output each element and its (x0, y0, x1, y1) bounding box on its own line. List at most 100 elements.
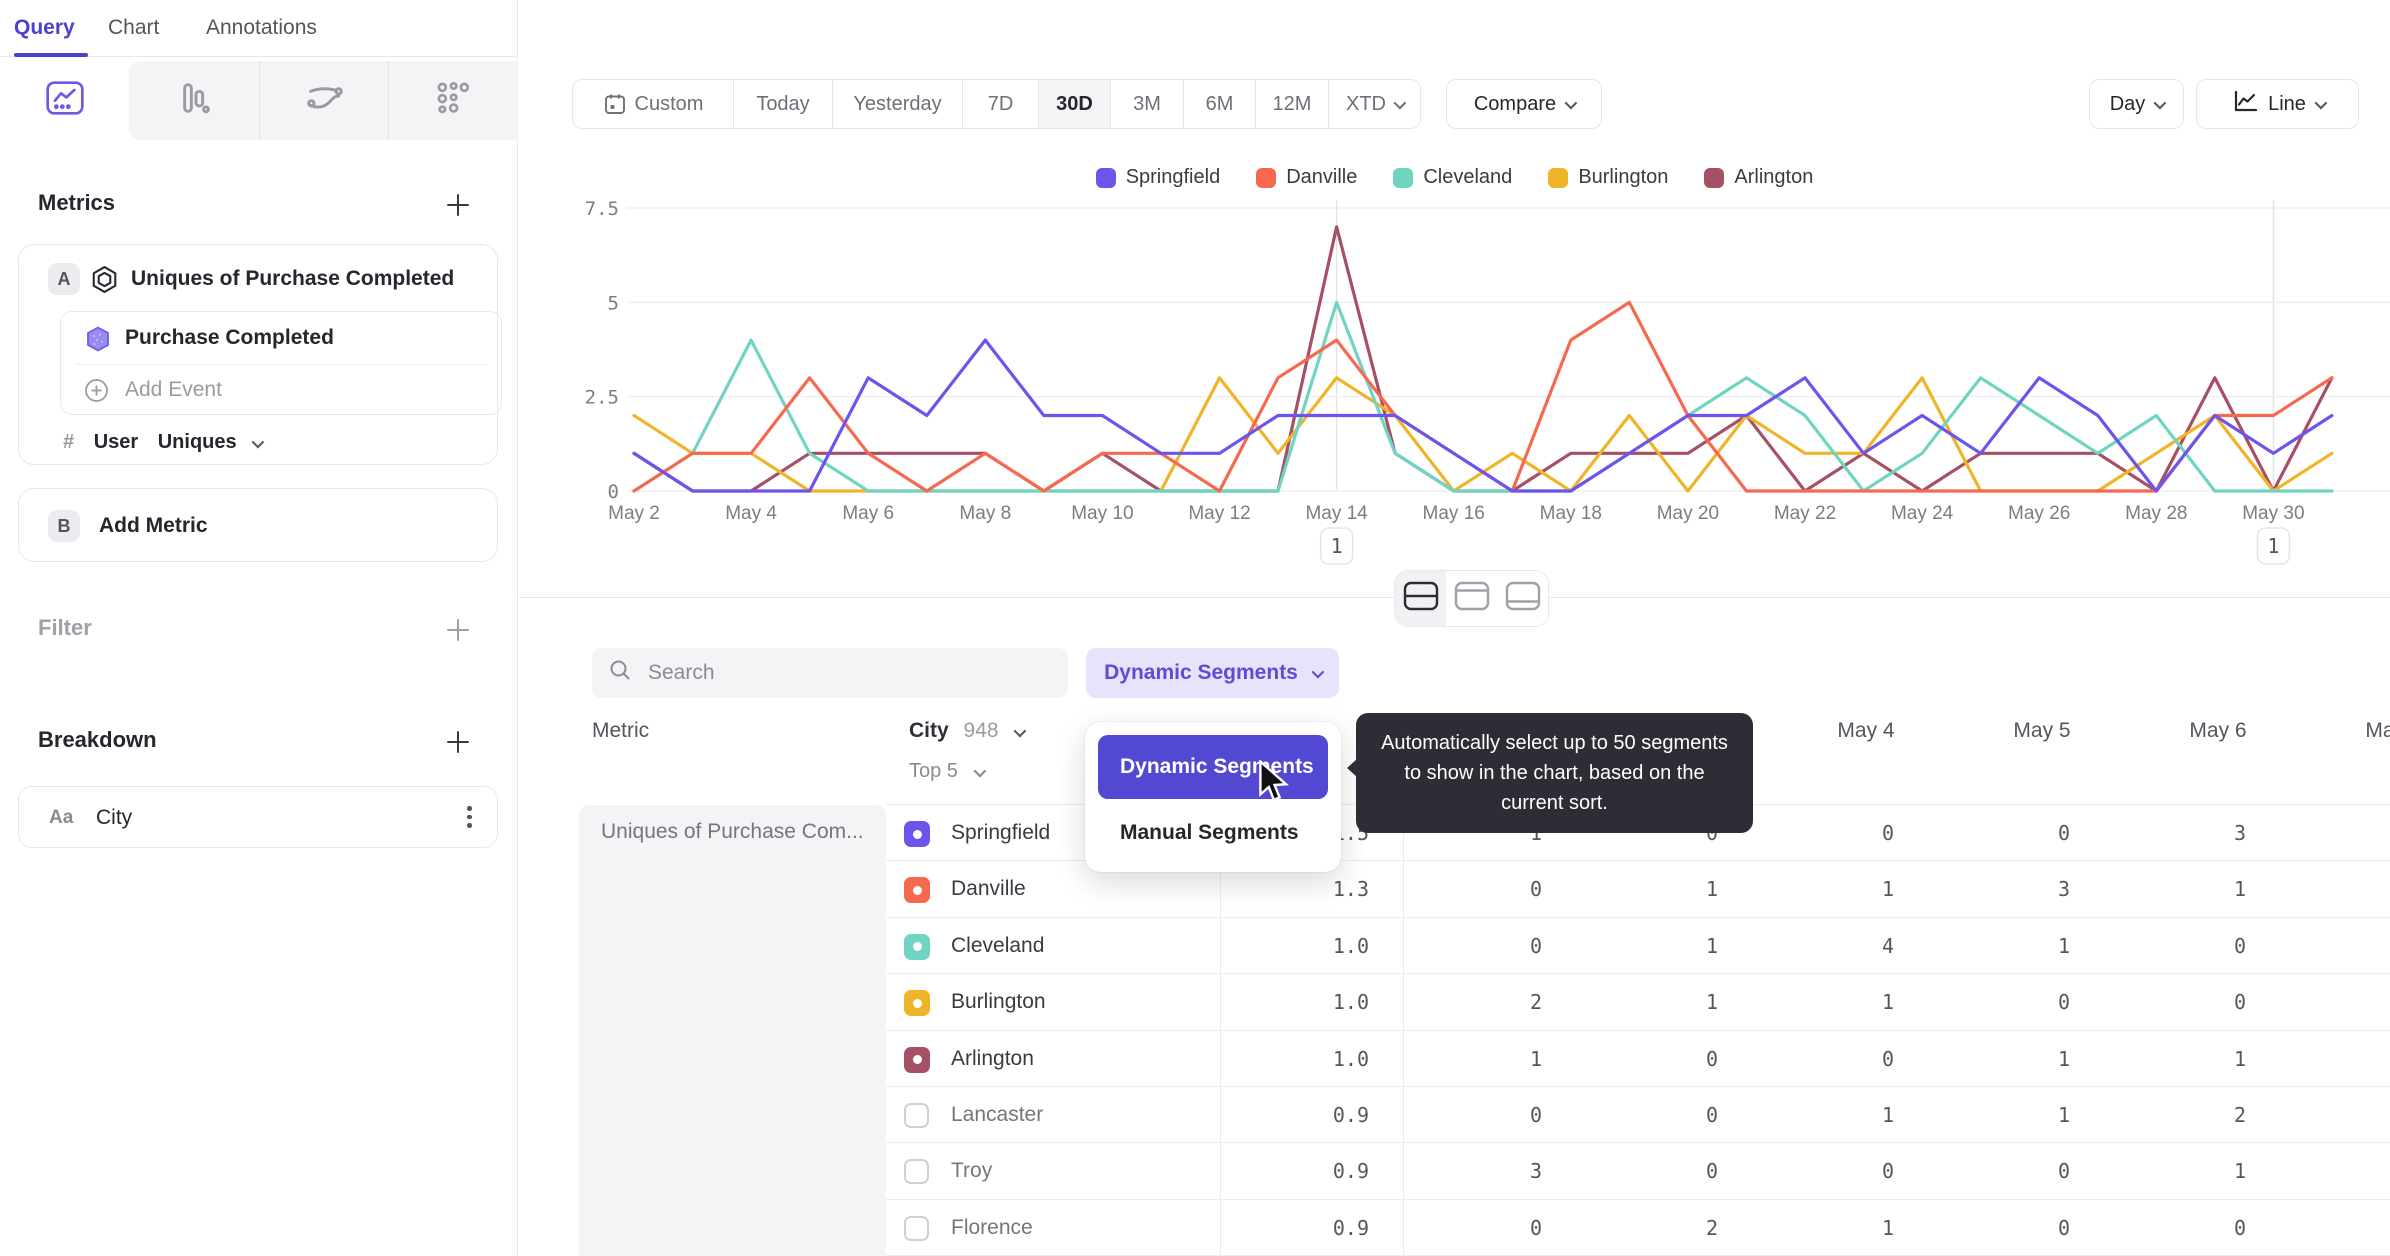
add-metric-button[interactable]: Add Metric (99, 489, 208, 563)
checkbox-checked[interactable] (904, 821, 930, 847)
cell-value: 3 (2233, 821, 2247, 845)
cell-value: 1 (1705, 877, 1719, 902)
checkbox-dot (912, 885, 922, 895)
table-row-burlington: Burlington 1.0 2 1 1 0 0 (519, 974, 2390, 1031)
cell-value: 1 (1529, 1046, 1543, 1071)
tab-annotations[interactable]: Annotations (206, 0, 317, 56)
cell-value: 0 (2057, 990, 2071, 1015)
breakdown-city-card[interactable]: Aa City (18, 786, 498, 848)
menu-item-dynamic-segments[interactable]: Dynamic Segments (1098, 735, 1328, 799)
checkbox-dot (912, 1055, 922, 1065)
segment-name: Arlington (951, 1046, 1034, 1070)
add-metric-plus-button[interactable] (445, 192, 471, 218)
checkbox-checked[interactable] (904, 933, 930, 960)
measure-type-label: Uniques (157, 431, 237, 453)
table-row-arlington: Arlington 1.0 1 0 0 1 1 (519, 1031, 2390, 1087)
event-block[interactable]: Purchase Completed Add Event (60, 311, 502, 415)
measure-selector[interactable]: # User Uniques (63, 425, 483, 459)
flow-icon (304, 78, 344, 124)
checkbox-checked[interactable] (904, 1046, 930, 1073)
cell-value: 0 (1529, 933, 1543, 958)
checkbox-checked[interactable] (904, 990, 930, 1017)
checkbox-dot (912, 942, 922, 952)
cell-value: 2 (2233, 1103, 2247, 1127)
cell-value: 0 (1881, 821, 1895, 845)
cell-value: 1 (2233, 1159, 2247, 1184)
add-breakdown-plus-button[interactable] (445, 729, 471, 755)
avg-value: 1.0 (1332, 933, 1369, 958)
cell-value: 0 (2233, 933, 2247, 958)
checkbox-unchecked[interactable] (904, 1159, 929, 1185)
metric-b-badge: B (48, 510, 80, 542)
cell-value: 0 (2233, 1215, 2247, 1240)
hash-icon: # (63, 431, 75, 453)
chart-type-flow-tab[interactable] (259, 61, 388, 140)
mouse-cursor (1257, 758, 1293, 810)
text-property-icon: Aa (49, 807, 74, 828)
chart-type-line-tab[interactable] (0, 61, 129, 140)
add-filter-plus-button[interactable] (445, 617, 471, 643)
metric-hexagon-icon (90, 265, 119, 300)
table-row-danville: Danville 1.3 0 1 1 3 1 (519, 861, 2390, 918)
active-tab-underline (14, 53, 88, 57)
top-nav: Query Chart Annotations (0, 0, 518, 57)
checkbox-unchecked[interactable] (904, 1215, 929, 1241)
table-row-cleveland: Cleveland 1.0 0 1 4 1 0 (519, 918, 2390, 975)
cell-value: 0 (2057, 1159, 2071, 1184)
checkbox-dot (912, 998, 922, 1008)
cell-value: 0 (1529, 1103, 1543, 1127)
cell-value: 1 (1881, 1215, 1895, 1240)
cell-value: 0 (1881, 1159, 1895, 1184)
cell-value: 2 (1529, 990, 1543, 1015)
cell-value: 0 (2057, 821, 2071, 845)
cell-value: 2 (1705, 1215, 1719, 1240)
tab-query[interactable]: Query (14, 0, 75, 56)
measure-user-label: User (93, 431, 139, 453)
chart-type-scatter-tab[interactable] (388, 61, 517, 140)
segment-name: Springfield (951, 821, 1051, 844)
cell-value: 0 (2233, 990, 2247, 1015)
metric-card-b[interactable]: B Add Metric (18, 488, 498, 562)
cell-value: 1 (2233, 877, 2247, 902)
metric-card-a[interactable]: A Uniques of Purchase Completed Purchase… (18, 244, 502, 465)
avg-value: 0.9 (1332, 1215, 1369, 1240)
breakdown-property-label: City (96, 806, 133, 829)
cell-value: 0 (1529, 877, 1543, 902)
checkbox-checked[interactable] (904, 877, 930, 904)
avg-value: 1.0 (1332, 990, 1369, 1015)
segments-table: Springfield 1.5 1 0 0 0 3 Danville 1.3 0 1 1 3 1 Cleve… (519, 0, 2390, 1256)
tab-chart[interactable]: Chart (108, 0, 159, 56)
cell-value: 1 (1881, 990, 1895, 1015)
avg-value: 1.0 (1332, 1046, 1369, 1071)
avg-value: 0.9 (1332, 1103, 1369, 1127)
segment-name: Troy (951, 1159, 993, 1183)
chart-type-bar-tab[interactable] (129, 61, 258, 140)
cell-value: 1 (1705, 990, 1719, 1015)
cell-value: 4 (1881, 933, 1895, 958)
table-row-florence: Florence 0.9 0 2 1 0 0 (519, 1200, 2390, 1256)
add-event-button[interactable]: Add Event (125, 364, 222, 416)
cell-value: 0 (1705, 1103, 1719, 1127)
cell-value: 3 (2057, 877, 2071, 902)
checkbox-unchecked[interactable] (904, 1103, 929, 1128)
checkbox-dot (912, 829, 922, 839)
cell-value: 1 (2057, 1103, 2071, 1127)
menu-item-manual-segments[interactable]: Manual Segments (1098, 807, 1328, 859)
cell-value: 1 (1881, 877, 1895, 902)
cell-value: 3 (1529, 1159, 1543, 1184)
bar-chart-icon (174, 78, 214, 124)
cell-value: 1 (1705, 933, 1719, 958)
cell-value: 1 (2057, 1046, 2071, 1071)
chart-type-strip (0, 61, 518, 140)
cell-value: 1 (2057, 933, 2071, 958)
segments-tooltip: Automatically select up to 50 segments t… (1347, 713, 1753, 833)
cell-value: 0 (1705, 1046, 1719, 1071)
circle-plus-icon (84, 378, 109, 409)
kebab-menu-icon[interactable] (467, 806, 472, 828)
event-name[interactable]: Purchase Completed (125, 312, 334, 364)
segment-name: Lancaster (951, 1103, 1044, 1126)
breakdown-section-title: Breakdown (38, 727, 157, 752)
segment-name: Danville (951, 877, 1026, 901)
segment-name: Cleveland (951, 933, 1045, 957)
tooltip-text: Automatically select up to 50 segments t… (1381, 732, 1728, 814)
